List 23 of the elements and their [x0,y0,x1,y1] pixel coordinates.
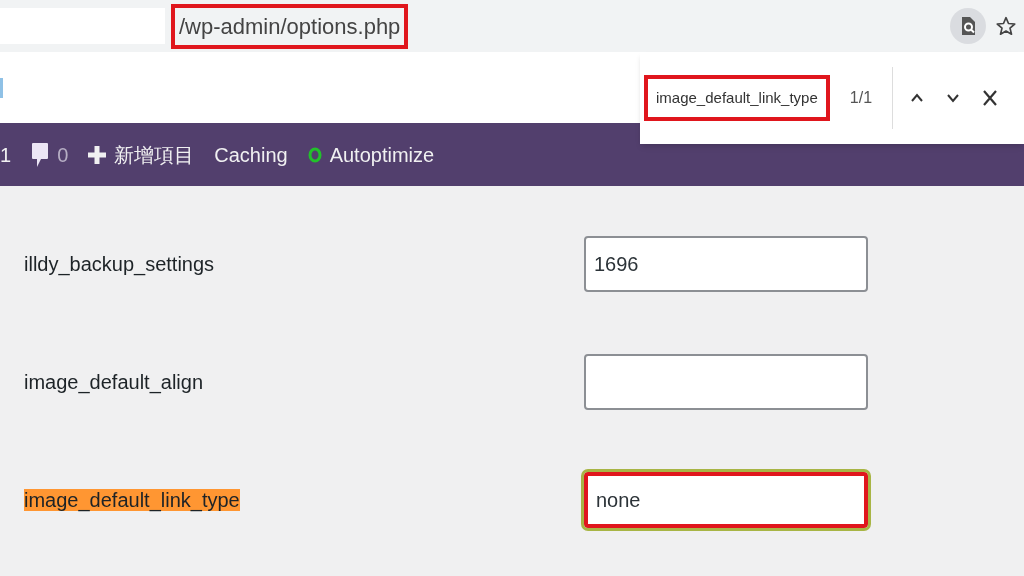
option-name: image_default_align [24,371,204,393]
admin-bar-item[interactable]: 0 [57,139,69,170]
admin-bar-item[interactable]: 新增項目 [114,139,195,170]
next-match-icon[interactable] [947,93,960,103]
url-text: /wp-admin/options.php [171,3,409,49]
option-value-field[interactable]: 1696 [584,236,868,292]
match-count: 1/1 [849,88,873,108]
option-name: image_default_link_type [24,489,240,511]
plus-icon[interactable] [88,145,107,164]
admin-bar-item[interactable]: Caching [214,139,288,170]
bookmark-star-icon[interactable] [996,16,1016,36]
option-name: illdy_backup_settings [24,253,215,275]
find-page-icon[interactable] [950,8,986,44]
previous-match-icon[interactable] [911,93,924,103]
admin-bar-item[interactable]: 1 [0,139,12,170]
comment-icon[interactable] [31,141,50,168]
find-query-field[interactable]: image_default_link_type [644,74,830,122]
option-value-field[interactable]: none [584,472,868,528]
option-value-field[interactable] [584,354,868,410]
close-icon[interactable] [983,90,998,106]
tab-edge [0,77,3,98]
status-circle-icon [307,146,322,163]
admin-bar-item[interactable]: Autoptimize [329,139,435,170]
